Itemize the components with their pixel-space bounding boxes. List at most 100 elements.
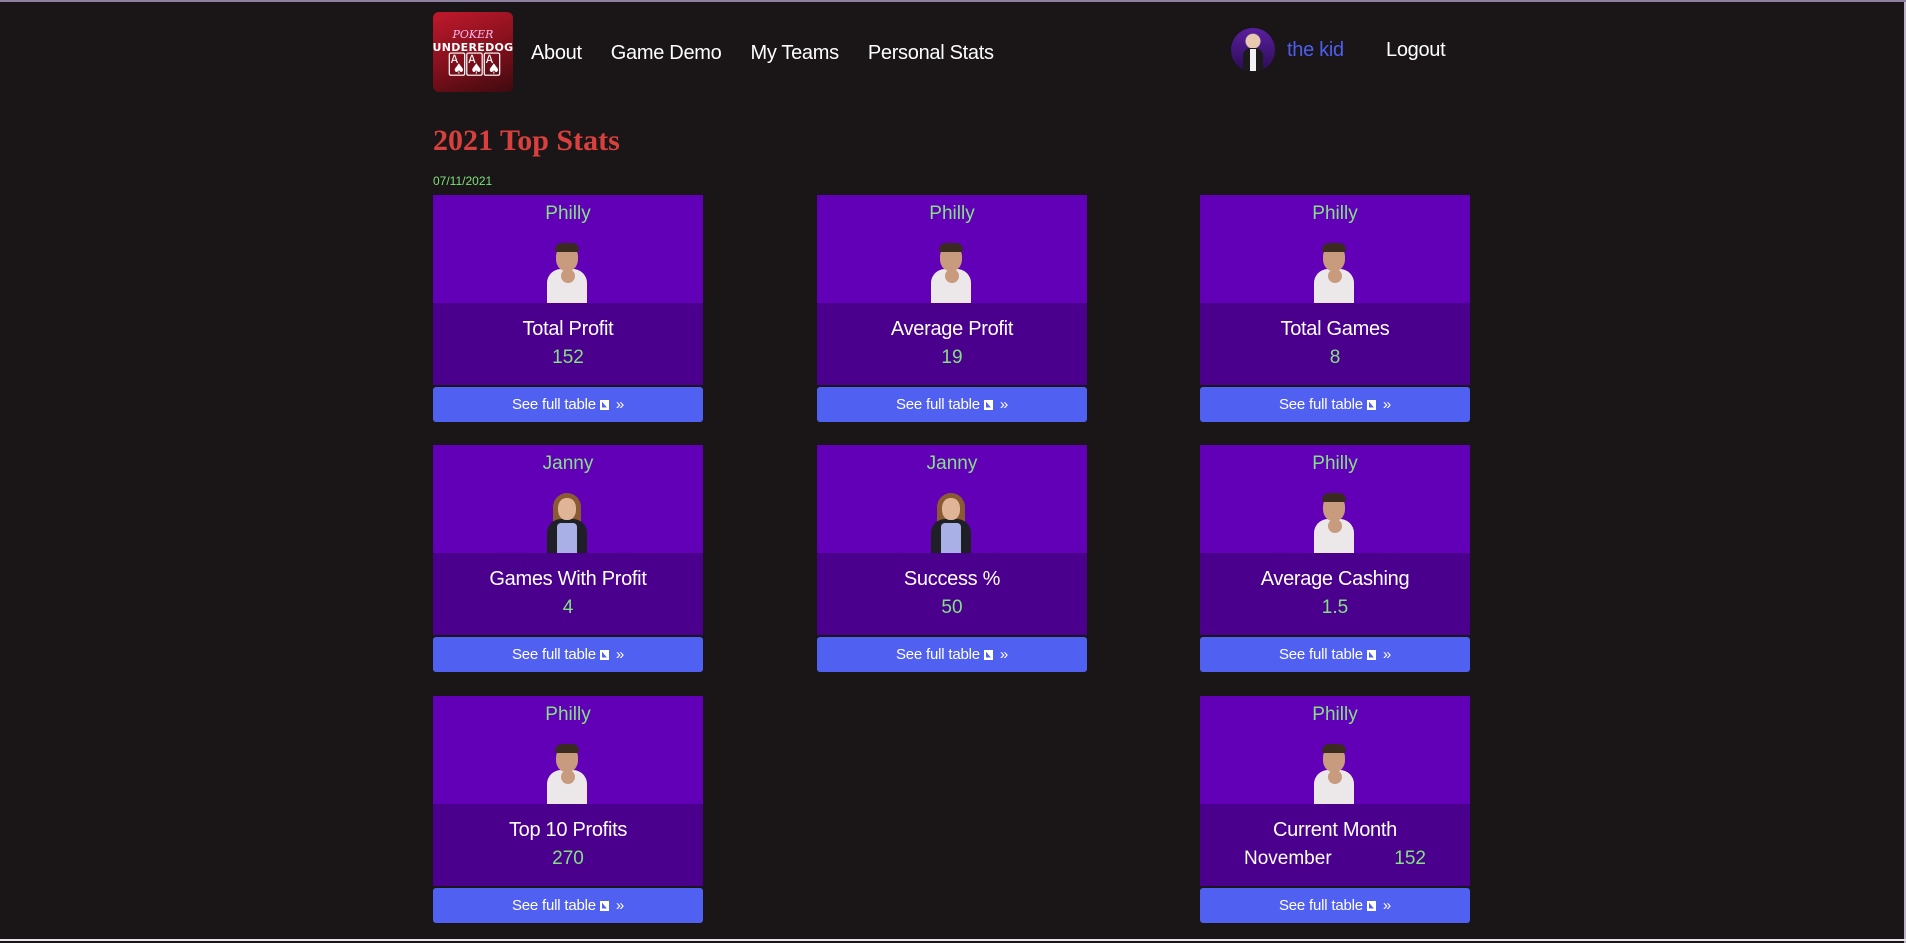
card-header: Janny [433, 445, 703, 553]
table-icon [599, 399, 609, 410]
button-label: See full table [511, 897, 596, 914]
see-full-table-button[interactable]: See full table » [817, 637, 1087, 672]
logout-link[interactable]: Logout [1386, 39, 1446, 62]
stat-label: Total Profit [522, 318, 614, 340]
player-name: Philly [1312, 203, 1358, 224]
table-icon [1366, 399, 1376, 410]
player-photo [1310, 243, 1358, 303]
player-photo [543, 243, 591, 303]
navbar: POKER UNDEREDOG 🂡🂡🂡 About Game Demo My T… [433, 2, 1471, 102]
stat-label: Top 10 Profits [508, 819, 628, 841]
logo-text-brand: UNDEREDOG [433, 40, 513, 54]
nav-link-game-demo[interactable]: Game Demo [611, 42, 722, 65]
player-photo [927, 243, 975, 303]
card-header: Philly [817, 195, 1087, 303]
player-photo [543, 493, 591, 553]
month-row: November 152 [1200, 842, 1470, 870]
chevron-double-right-icon: » [615, 396, 625, 413]
card-header: Philly [433, 195, 703, 303]
username-link[interactable]: the kid [1287, 39, 1344, 62]
stat-value: 270 [552, 848, 584, 869]
player-name: Janny [926, 453, 978, 474]
stat-value: 8 [1329, 347, 1341, 368]
stat-card-total-profit: Philly Total Profit 152 See full table » [433, 195, 703, 422]
nav-link-my-teams[interactable]: My Teams [750, 42, 839, 65]
player-name: Janny [542, 453, 594, 474]
button-label: See full table [895, 396, 980, 413]
card-body: Average Cashing 1.5 [1200, 553, 1470, 635]
card-body: Success % 50 [817, 553, 1087, 635]
stat-card-top-10-profits: Philly Top 10 Profits 270 See full table… [433, 696, 703, 923]
card-body: Total Games 8 [1200, 303, 1470, 385]
chevron-double-right-icon: » [1382, 396, 1392, 413]
table-icon [1366, 900, 1376, 911]
button-label: See full table [895, 646, 980, 663]
see-full-table-button[interactable]: See full table » [1200, 637, 1470, 672]
button-label: See full table [1278, 646, 1363, 663]
player-photo [1310, 744, 1358, 804]
button-label: See full table [511, 646, 596, 663]
cards-icon: 🂡🂡🂡 [446, 53, 502, 76]
button-label: See full table [511, 396, 596, 413]
stat-label: Success % [903, 568, 1001, 590]
chevron-double-right-icon: » [1382, 897, 1392, 914]
player-name: Philly [1312, 453, 1358, 474]
chevron-double-right-icon: » [1382, 646, 1392, 663]
card-header: Philly [1200, 696, 1470, 804]
stat-card-average-cashing: Philly Average Cashing 1.5 See full tabl… [1200, 445, 1470, 672]
card-header: Philly [1200, 445, 1470, 553]
card-header: Philly [1200, 195, 1470, 303]
logo-text-poker: POKER [452, 27, 494, 41]
month-name: November [1244, 848, 1332, 869]
button-label: See full table [1278, 396, 1363, 413]
see-full-table-button[interactable]: See full table » [1200, 387, 1470, 422]
logo[interactable]: POKER UNDEREDOG 🂡🂡🂡 [433, 12, 513, 92]
see-full-table-button[interactable]: See full table » [1200, 888, 1470, 923]
stat-value: 19 [941, 347, 963, 368]
page-title: 2021 Top Stats [433, 124, 620, 157]
table-icon [1366, 649, 1376, 660]
stat-label: Total Games [1280, 318, 1390, 340]
nav-links: About Game Demo My Teams Personal Stats [531, 42, 1023, 65]
stat-value: 50 [941, 597, 963, 618]
see-full-table-button[interactable]: See full table » [433, 888, 703, 923]
main-container: POKER UNDEREDOG 🂡🂡🂡 About Game Demo My T… [433, 2, 1471, 923]
stat-card-success-percent: Janny Success % 50 See full table » [817, 445, 1087, 672]
stat-value: 152 [1394, 848, 1426, 869]
table-icon [599, 900, 609, 911]
button-label: See full table [1278, 897, 1363, 914]
table-icon [983, 399, 993, 410]
stat-card-average-profit: Philly Average Profit 19 See full table » [817, 195, 1087, 422]
stat-label: Games With Profit [489, 568, 647, 590]
stat-label: Average Profit [890, 318, 1014, 340]
stat-card-current-month: Philly Current Month November 152 See fu… [1200, 696, 1470, 923]
card-body: Games With Profit 4 [433, 553, 703, 635]
player-name: Philly [545, 704, 591, 725]
chevron-double-right-icon: » [615, 646, 625, 663]
chevron-double-right-icon: » [999, 646, 1009, 663]
nav-link-personal-stats[interactable]: Personal Stats [868, 42, 994, 65]
nav-link-about[interactable]: About [531, 42, 582, 65]
card-body: Average Profit 19 [817, 303, 1087, 385]
stat-value: 4 [562, 597, 574, 618]
see-full-table-button[interactable]: See full table » [817, 387, 1087, 422]
player-name: Philly [1312, 704, 1358, 725]
card-header: Philly [433, 696, 703, 804]
card-body: Current Month November 152 [1200, 804, 1470, 886]
user-menu[interactable]: the kid [1231, 28, 1344, 72]
table-icon [599, 649, 609, 660]
see-full-table-button[interactable]: See full table » [433, 387, 703, 422]
stats-date: 07/11/2021 [433, 174, 493, 188]
player-photo [543, 744, 591, 804]
chevron-double-right-icon: » [615, 897, 625, 914]
card-header: Janny [817, 445, 1087, 553]
user-avatar[interactable] [1231, 28, 1275, 72]
see-full-table-button[interactable]: See full table » [433, 637, 703, 672]
stat-card-total-games: Philly Total Games 8 See full table » [1200, 195, 1470, 422]
player-name: Philly [929, 203, 975, 224]
card-body: Top 10 Profits 270 [433, 804, 703, 886]
player-name: Philly [545, 203, 591, 224]
chevron-double-right-icon: » [999, 396, 1009, 413]
stat-label: Average Cashing [1260, 568, 1410, 590]
stat-value: 152 [552, 347, 584, 368]
